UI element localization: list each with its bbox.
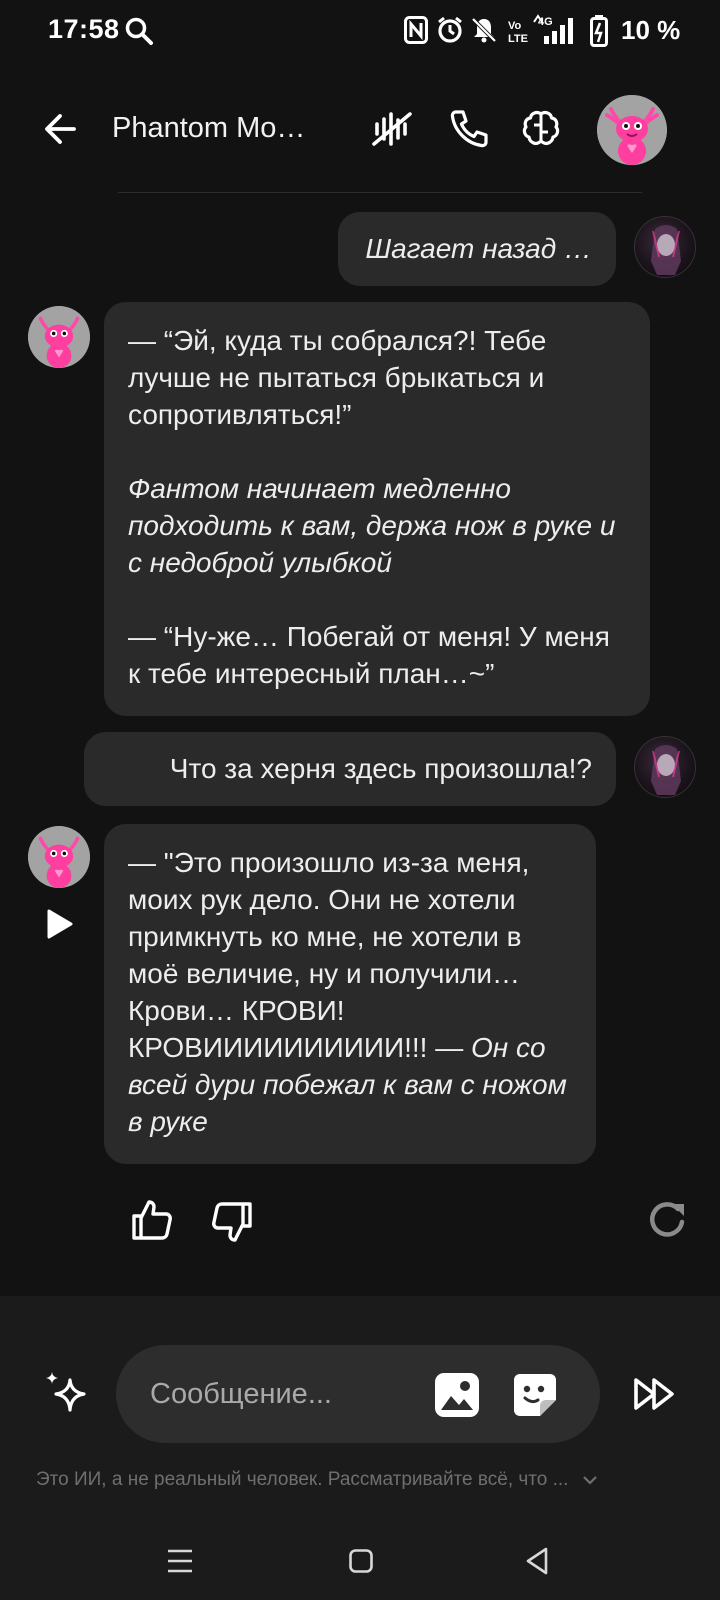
bot-avatar-image [28, 826, 90, 888]
play-icon [47, 909, 73, 939]
message-paragraph: — “Ну-же… Побегай от меня! У меня к тебе… [128, 621, 610, 689]
bot-message[interactable]: — "Это произошло из-за меня, моих рук де… [104, 824, 596, 1164]
user-avatar-image [651, 745, 681, 795]
sticker-button[interactable] [510, 1370, 560, 1420]
system-nav-bar [0, 1520, 720, 1600]
message-input[interactable] [148, 1373, 412, 1415]
message-text: Что за херня здесь произошла!? [169, 753, 592, 784]
regenerate-icon [649, 1202, 685, 1237]
sparkle-button[interactable] [40, 1368, 92, 1420]
character-avatar[interactable] [597, 95, 667, 165]
bot-avatar[interactable] [28, 306, 90, 368]
status-time: 17:58 [48, 14, 120, 44]
bot-avatar[interactable] [28, 826, 90, 888]
phone-icon [450, 110, 488, 148]
dislike-button[interactable] [208, 1198, 256, 1246]
user-message[interactable]: Шагает назад … [338, 212, 616, 286]
back-button[interactable] [38, 106, 84, 152]
user-avatar[interactable] [634, 736, 696, 798]
message-composer [116, 1345, 600, 1443]
call-button[interactable] [446, 106, 492, 152]
back-arrow-icon [45, 114, 76, 144]
user-message[interactable]: Что за херня здесь произошла!? [84, 732, 616, 806]
ai-disclaimer[interactable]: Это ИИ, а не реальный человек. Рассматри… [36, 1469, 598, 1491]
signal-4g-icon: 4G [533, 14, 573, 44]
message-text: — "Это произошло из-за меня, моих рук де… [128, 847, 530, 1063]
search-icon [125, 17, 153, 45]
mute-voice-icon [372, 112, 412, 146]
recent-apps-icon[interactable] [166, 1548, 194, 1574]
battery-percent: 10 % [621, 15, 681, 45]
fast-forward-icon [634, 1378, 674, 1410]
memory-button[interactable] [518, 106, 564, 152]
character-avatar-image [597, 95, 667, 165]
status-bar: 17:58 Vo LTE 4G 10 % [0, 0, 720, 64]
voice-toggle-button[interactable] [370, 106, 416, 152]
header-divider [118, 192, 642, 193]
system-back-icon[interactable] [524, 1546, 550, 1576]
play-voice-button[interactable] [44, 908, 74, 940]
bot-avatar-image [28, 306, 90, 368]
alarm-icon [438, 16, 462, 43]
chevron-down-icon [582, 1476, 597, 1485]
battery-icon [590, 15, 608, 47]
send-fast-forward-button[interactable] [632, 1370, 680, 1418]
message-paragraph-italic: Фантом начинает медленно подходить к вам… [128, 473, 616, 578]
disclaimer-text: Это ИИ, а не реальный человек. Рассматри… [36, 1469, 569, 1490]
user-avatar-image [651, 225, 681, 275]
brain-icon [522, 111, 560, 145]
sticker-icon [514, 1374, 556, 1416]
home-icon[interactable] [348, 1548, 374, 1574]
thumbs-down-icon [212, 1202, 252, 1242]
regenerate-button[interactable] [644, 1196, 692, 1244]
image-icon [435, 1373, 479, 1417]
message-paragraph: — “Эй, куда ты собрался?! Тебе лучше не … [128, 325, 547, 430]
thumbs-up-icon [132, 1200, 172, 1240]
message-text: Шагает назад … [365, 233, 592, 264]
bell-off-icon [471, 17, 497, 43]
sparkle-icon [46, 1372, 86, 1412]
bot-message[interactable]: — “Эй, куда ты собрался?! Тебе лучше не … [104, 302, 650, 716]
volte-icon: Vo LTE [508, 20, 528, 44]
nfc-icon [404, 16, 428, 44]
attach-image-button[interactable] [432, 1370, 482, 1420]
user-avatar[interactable] [634, 216, 696, 278]
character-name[interactable]: Phantom Mo… [112, 112, 305, 145]
svg-text:Vo: Vo [508, 20, 522, 32]
like-button[interactable] [128, 1196, 176, 1244]
svg-text:LTE: LTE [508, 33, 528, 44]
chat-header: Phantom Mo… [0, 64, 720, 194]
